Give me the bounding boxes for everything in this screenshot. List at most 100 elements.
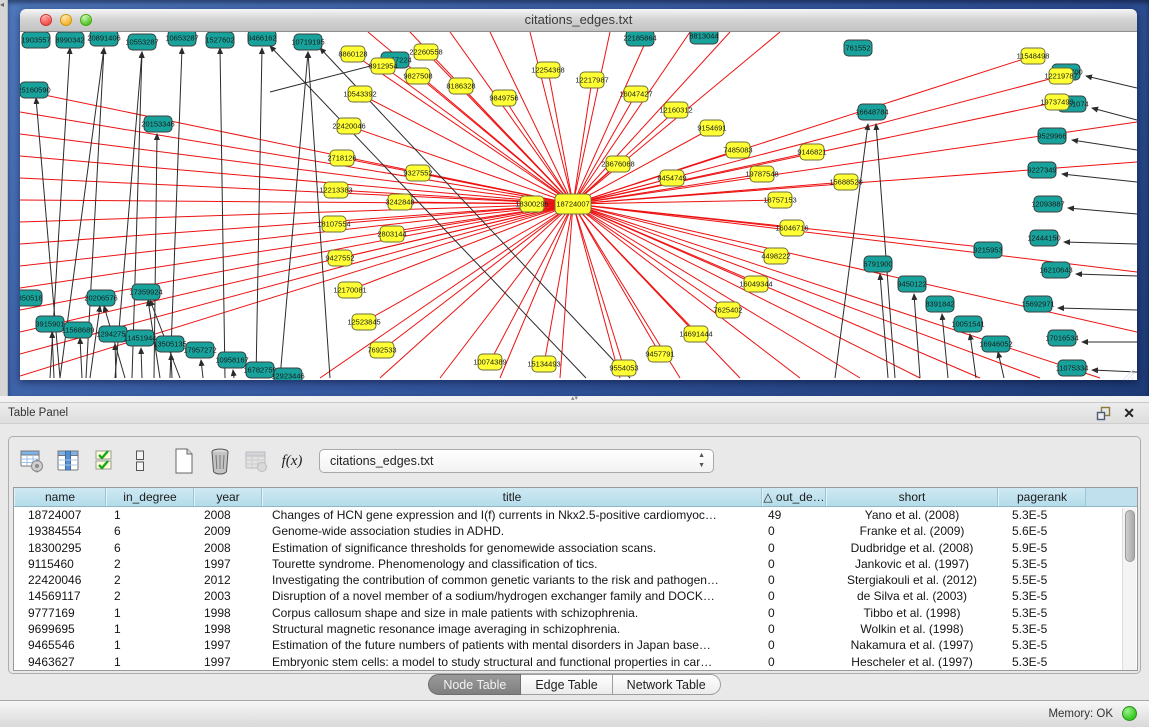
table-cell-year[interactable]: 2012 — [194, 572, 262, 588]
network-node[interactable]: 16047427 — [619, 86, 652, 102]
table-cell-out_degree[interactable]: 0 — [762, 540, 826, 556]
scrollbar-thumb[interactable] — [1125, 510, 1135, 562]
network-node[interactable]: 9154691 — [697, 120, 726, 136]
table-cell-short[interactable]: Yano et al. (2008) — [826, 507, 998, 523]
network-node[interactable]: 12160312 — [659, 102, 692, 118]
table-cell-pagerank[interactable]: 5.3E-5 — [998, 556, 1086, 572]
table-cell-title[interactable]: Changes of HCN gene expression and I(f) … — [262, 507, 762, 523]
network-node[interactable]: 8912954 — [368, 58, 397, 74]
table-cell-year[interactable]: 1998 — [194, 605, 262, 621]
table-row[interactable]: 1938455462009Genome-wide association stu… — [14, 523, 1137, 539]
table-cell-out_degree[interactable]: 0 — [762, 572, 826, 588]
table-options-button[interactable] — [17, 446, 47, 476]
table-cell-out_degree[interactable]: 0 — [762, 621, 826, 637]
table-cell-out_degree[interactable]: 0 — [762, 556, 826, 572]
table-cell-title[interactable]: Investigating the contribution of common… — [262, 572, 762, 588]
tab-edge-table[interactable]: Edge Table — [521, 674, 612, 695]
table-row[interactable]: 969969511998Structural magnetic resonanc… — [14, 621, 1137, 637]
delete-column-button[interactable] — [205, 446, 235, 476]
table-row[interactable]: 946554611997Estimation of the future num… — [14, 637, 1137, 653]
table-cell-out_degree[interactable]: 0 — [762, 588, 826, 604]
network-node[interactable]: 4498222 — [761, 248, 790, 264]
table-cell-short[interactable]: de Silva et al. (2003) — [826, 588, 998, 604]
network-node[interactable]: 1850518 — [20, 290, 43, 306]
column-header-pagerank[interactable]: pagerank — [998, 488, 1086, 506]
network-node[interactable]: 8990342 — [55, 32, 84, 48]
table-cell-in_degree[interactable]: 2 — [106, 572, 194, 588]
network-node[interactable]: 7485083 — [723, 142, 752, 158]
table-cell-short[interactable]: Franke et al. (2009) — [826, 523, 998, 539]
panel-splitter[interactable]: ▴▾ — [0, 396, 1149, 403]
network-node[interactable]: 9529966 — [1037, 128, 1066, 144]
network-node[interactable]: 9450122 — [897, 276, 926, 292]
network-node[interactable]: 8813044 — [689, 32, 718, 44]
table-cell-short[interactable]: Hescheler et al. (1997) — [826, 654, 998, 670]
network-node[interactable]: 20206576 — [84, 290, 117, 306]
table-cell-in_degree[interactable]: 1 — [106, 637, 194, 653]
network-node[interactable]: 9227349 — [1027, 162, 1056, 178]
network-node[interactable]: 23676068 — [601, 156, 634, 172]
show-columns-button[interactable] — [53, 446, 83, 476]
network-node[interactable]: 11568689 — [62, 322, 95, 338]
network-node[interactable]: 9827508 — [403, 68, 432, 84]
network-node[interactable]: 9466162 — [247, 32, 276, 46]
network-node[interactable]: 12219787 — [1044, 68, 1077, 84]
table-cell-name[interactable]: 9115460 — [14, 556, 106, 572]
table-cell-year[interactable]: 2009 — [194, 523, 262, 539]
table-cell-in_degree[interactable]: 1 — [106, 654, 194, 670]
network-node[interactable]: 15692971 — [1021, 296, 1054, 312]
network-node[interactable]: 10543392 — [343, 86, 376, 102]
table-cell-title[interactable]: Tourette syndrome. Phenomenology and cla… — [262, 556, 762, 572]
column-header-title[interactable]: title — [262, 488, 762, 506]
table-cell-short[interactable]: Jankovic et al. (1997) — [826, 556, 998, 572]
table-cell-title[interactable]: Embryonic stem cells: a model to study s… — [262, 654, 762, 670]
table-cell-pagerank[interactable]: 5.3E-5 — [998, 621, 1086, 637]
network-node[interactable]: 9849756 — [489, 90, 518, 106]
network-node[interactable]: 12923446 — [271, 368, 304, 380]
table-cell-year[interactable]: 1997 — [194, 637, 262, 653]
table-cell-in_degree[interactable]: 6 — [106, 540, 194, 556]
table-row[interactable]: 911546021997Tourette syndrome. Phenomeno… — [14, 556, 1137, 572]
network-window-titlebar[interactable]: citations_edges.txt — [20, 9, 1137, 32]
network-node[interactable]: 12254368 — [531, 62, 564, 78]
network-node[interactable]: 10653287 — [165, 32, 198, 46]
network-node[interactable]: 18300295 — [515, 196, 548, 212]
network-node[interactable]: 10553287 — [125, 34, 158, 50]
table-cell-in_degree[interactable]: 6 — [106, 523, 194, 539]
network-node[interactable]: 9427552 — [325, 250, 354, 266]
network-node[interactable]: 1527602 — [205, 32, 234, 48]
table-cell-in_degree[interactable]: 1 — [106, 507, 194, 523]
table-cell-out_degree[interactable]: 0 — [762, 605, 826, 621]
window-zoom-button[interactable] — [80, 14, 92, 26]
table-cell-out_degree[interactable]: 0 — [762, 523, 826, 539]
table-cell-name[interactable]: 9777169 — [14, 605, 106, 621]
network-node[interactable]: 16046716 — [775, 220, 808, 236]
table-cell-year[interactable]: 2008 — [194, 540, 262, 556]
table-cell-pagerank[interactable]: 5.3E-5 — [998, 588, 1086, 604]
network-node[interactable]: 7692533 — [367, 342, 396, 358]
network-node[interactable]: 3915901 — [35, 316, 64, 332]
column-header-short[interactable]: short — [826, 488, 998, 506]
network-node[interactable]: 20891406 — [87, 32, 120, 46]
network-node[interactable]: 1903557 — [21, 32, 50, 48]
new-column-button[interactable] — [169, 446, 199, 476]
window-close-button[interactable] — [40, 14, 52, 26]
network-node[interactable]: 9215953 — [973, 242, 1002, 258]
network-node[interactable]: 6791900 — [863, 256, 892, 272]
table-cell-out_degree[interactable]: 0 — [762, 654, 826, 670]
table-cell-in_degree[interactable]: 1 — [106, 621, 194, 637]
network-node[interactable]: 19737493 — [1040, 94, 1073, 110]
window-minimize-button[interactable] — [60, 14, 72, 26]
network-node[interactable]: 3242848 — [385, 194, 414, 210]
network-node[interactable]: 8391842 — [925, 296, 954, 312]
network-node[interactable]: 761552 — [844, 40, 872, 56]
network-node[interactable]: 22420046 — [332, 118, 365, 134]
network-node[interactable]: 8186328 — [446, 78, 475, 94]
network-node[interactable]: 18757153 — [763, 192, 796, 208]
network-node[interactable]: 18724007 — [555, 194, 591, 214]
network-node[interactable]: 25160590 — [20, 82, 51, 98]
tab-node-table[interactable]: Node Table — [428, 674, 521, 695]
table-cell-title[interactable]: Disruption of a novel member of a sodium… — [262, 588, 762, 604]
table-cell-pagerank[interactable]: 5.3E-5 — [998, 605, 1086, 621]
network-node[interactable]: 9457791 — [645, 346, 674, 362]
